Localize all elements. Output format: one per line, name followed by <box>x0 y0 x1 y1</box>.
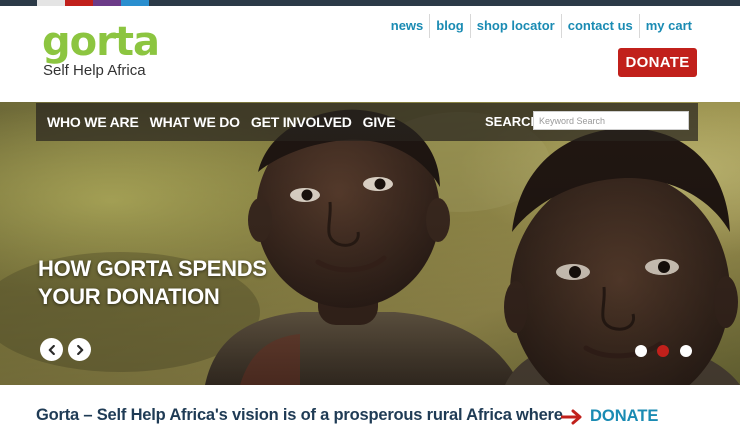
donate-button[interactable]: DONATE <box>618 48 697 77</box>
nav-who-we-are[interactable]: WHO WE ARE <box>47 114 139 130</box>
hero-title: HOW GORTA SPENDS YOUR DONATION <box>38 256 267 309</box>
carousel-dot-1[interactable] <box>635 345 647 357</box>
util-link-my-cart[interactable]: my cart <box>638 14 698 38</box>
carousel-next-button[interactable] <box>68 338 91 361</box>
hero-banner <box>0 102 740 385</box>
stripe-segment-purple <box>93 0 121 6</box>
donate-link[interactable]: DONATE <box>561 407 658 426</box>
donate-link-label: DONATE <box>590 407 659 425</box>
nav-give[interactable]: GIVE <box>363 114 396 130</box>
nav-get-involved[interactable]: GET INVOLVED <box>251 114 352 130</box>
top-stripe <box>0 0 740 6</box>
logo[interactable]: gorta Self Help Africa <box>42 20 162 82</box>
search-input[interactable] <box>533 111 689 130</box>
stripe-segment-blue <box>121 0 149 6</box>
carousel-dot-2[interactable] <box>657 345 669 357</box>
logo-wordmark: gorta <box>42 19 160 65</box>
chevron-left-icon <box>48 344 55 355</box>
carousel-prev-button[interactable] <box>40 338 63 361</box>
search-label: SEARCH <box>485 114 540 129</box>
stripe-segment-red <box>65 0 93 6</box>
util-link-blog[interactable]: blog <box>429 14 469 38</box>
utility-nav: news blog shop locator contact us my car… <box>385 14 698 38</box>
vision-statement: Gorta – Self Help Africa's vision is of … <box>36 406 563 424</box>
logo-tagline: Self Help Africa <box>43 62 146 79</box>
util-link-shop-locator[interactable]: shop locator <box>469 14 561 38</box>
util-link-news[interactable]: news <box>385 14 430 38</box>
chevron-right-icon <box>76 344 83 355</box>
hero-photo <box>0 102 740 385</box>
arrow-right-icon <box>561 409 582 424</box>
main-nav: WHO WE ARE WHAT WE DO GET INVOLVED GIVE … <box>36 103 698 141</box>
nav-what-we-do[interactable]: WHAT WE DO <box>150 114 240 130</box>
carousel-dot-3[interactable] <box>680 345 692 357</box>
util-link-contact-us[interactable]: contact us <box>560 14 639 38</box>
stripe-segment-grey <box>37 0 65 6</box>
